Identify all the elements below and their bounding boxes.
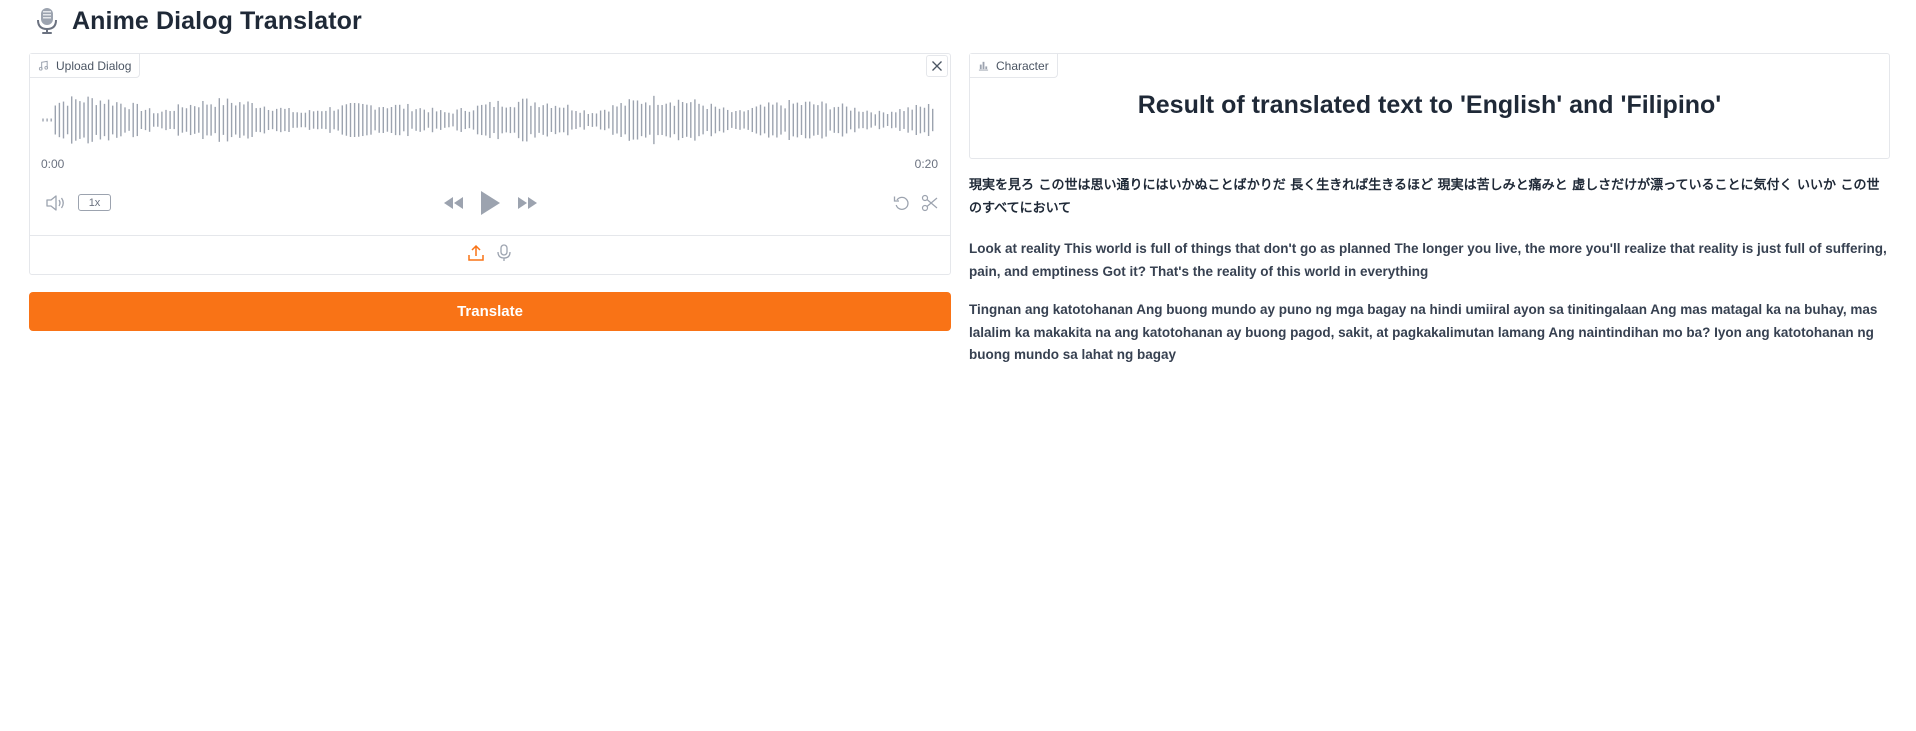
fast-forward-button[interactable] xyxy=(515,193,539,213)
panel-divider xyxy=(30,235,950,236)
rewind-icon xyxy=(444,197,463,209)
playback-speed-button[interactable]: 1x xyxy=(78,194,111,211)
upload-source-button[interactable] xyxy=(467,244,485,262)
audio-label-text: Upload Dialog xyxy=(56,58,132,73)
music-note-icon xyxy=(38,60,49,71)
audio-upload-panel: Upload Dialog 0:00 0:20 1x xyxy=(29,53,951,275)
scissors-icon xyxy=(921,194,938,212)
fast-forward-icon xyxy=(518,197,537,209)
undo-button[interactable] xyxy=(892,193,912,213)
upload-icon xyxy=(468,244,484,261)
undo-icon xyxy=(893,196,909,210)
filipino-translation: Tingnan ang katotohanan Ang buong mundo … xyxy=(969,302,1878,362)
page-title: Anime Dialog Translator xyxy=(72,6,362,35)
audio-panel-label: Upload Dialog xyxy=(30,54,141,78)
volume-icon xyxy=(46,195,64,211)
total-duration: 0:20 xyxy=(914,157,938,171)
character-panel: Character Result of translated text to '… xyxy=(969,53,1890,159)
play-icon xyxy=(481,191,500,215)
microphone-source-button[interactable] xyxy=(495,244,513,262)
translate-button[interactable]: Translate xyxy=(29,292,951,331)
volume-button[interactable] xyxy=(45,193,67,213)
rewind-button[interactable] xyxy=(442,193,466,213)
play-button[interactable] xyxy=(478,189,502,217)
app-header: Anime Dialog Translator xyxy=(36,4,362,38)
trim-button[interactable] xyxy=(920,193,940,213)
japanese-transcript: 現実を見ろ この世は思い通りにはいかぬことばかりだ 長く生きれば生きるほど 現実… xyxy=(969,178,1880,216)
audio-waveform[interactable] xyxy=(41,90,938,150)
chart-icon xyxy=(978,61,989,71)
character-label-text: Character xyxy=(996,58,1049,73)
result-heading: Result of translated text to 'English' a… xyxy=(1137,91,1722,119)
audio-source-selector xyxy=(30,244,950,268)
close-icon xyxy=(932,61,942,71)
record-icon xyxy=(497,244,511,261)
microphone-icon xyxy=(37,8,57,34)
clear-audio-button[interactable] xyxy=(926,55,948,77)
english-translation: Look at reality This world is full of th… xyxy=(969,241,1887,279)
character-panel-label: Character xyxy=(970,54,1058,78)
current-time: 0:00 xyxy=(41,157,65,171)
